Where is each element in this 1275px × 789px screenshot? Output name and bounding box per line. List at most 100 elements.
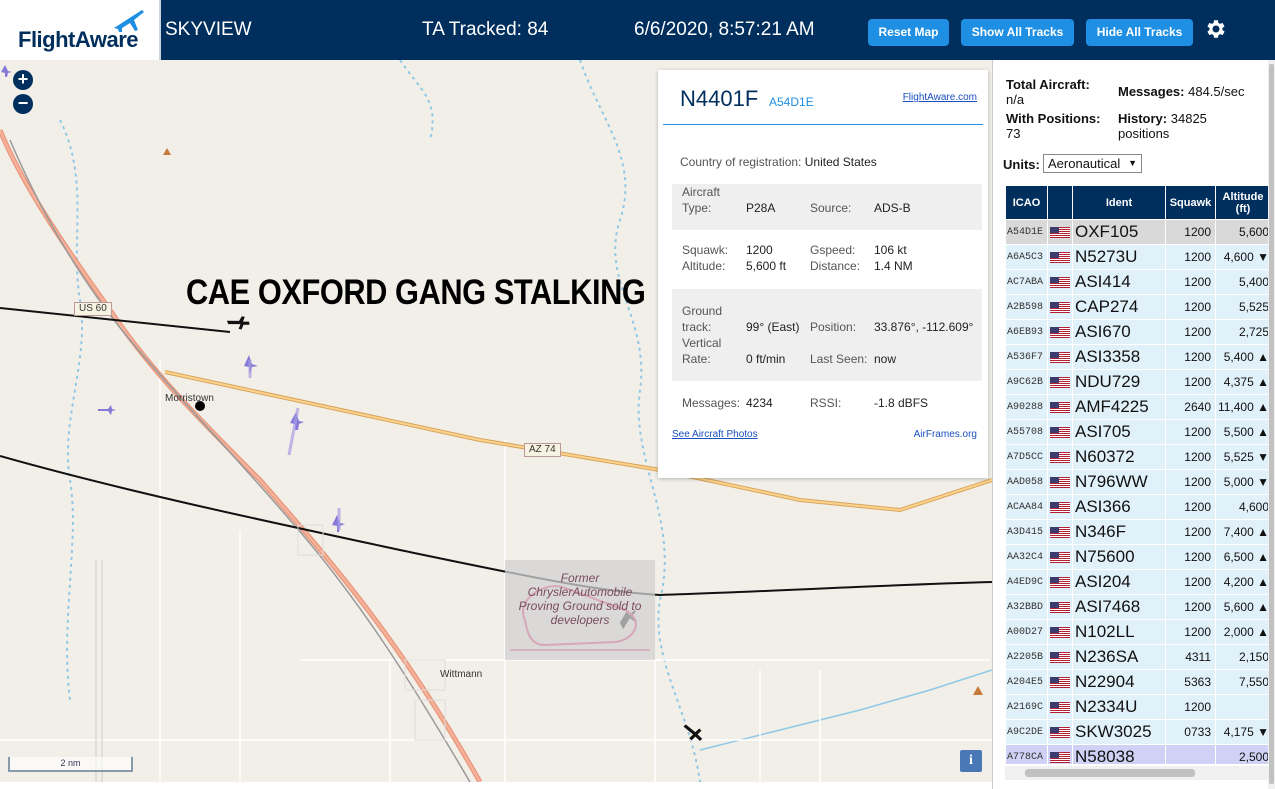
altitude-value: 5,600 ft [746, 259, 787, 273]
us-flag-icon [1047, 619, 1073, 645]
aircraft-table-container[interactable]: ICAO Ident Squawk Altitude (ft) A54D1E OX… [1005, 185, 1270, 764]
zoom-in-button[interactable]: + [13, 70, 33, 90]
row-altitude: 4,175 ▼ [1215, 719, 1270, 745]
table-row[interactable]: A2B598 CAP274 1200 5,525 [1005, 294, 1270, 320]
table-row[interactable]: A536F7 ASI3358 1200 5,400 ▲ [1005, 344, 1270, 370]
us-flag-icon [1047, 594, 1073, 620]
messages-rate-value: 484.5/sec [1188, 84, 1245, 99]
history-stat: History: 34825 positions [1118, 111, 1248, 141]
gear-icon[interactable] [1203, 17, 1227, 41]
flightaware-link[interactable]: FlightAware.com [903, 92, 977, 103]
scale-bar: 2 nm [8, 757, 133, 772]
table-row[interactable]: AA32C4 N75600 1200 6,500 ▲ [1005, 544, 1270, 570]
table-row[interactable]: A2205B N236SA 4311 2,150 [1005, 644, 1270, 670]
us-flag-icon [1047, 719, 1073, 745]
gspeed-value: 106 kt [874, 243, 907, 257]
us-flag-icon [1047, 269, 1073, 295]
units-select[interactable]: Aeronautical ▼ [1043, 154, 1142, 173]
row-ident: N346F [1072, 519, 1166, 545]
row-ident: CAP274 [1072, 294, 1166, 320]
distance-label: Distance: [810, 259, 861, 273]
table-row[interactable]: A9C2DE SKW3025 0733 4,175 ▼ [1005, 719, 1270, 745]
table-row[interactable]: A55708 ASI705 1200 5,500 ▲ [1005, 419, 1270, 445]
row-squawk: 4311 [1165, 644, 1216, 670]
popup-messages-value: 4234 [746, 396, 773, 410]
row-squawk: 1200 [1165, 569, 1216, 595]
row-altitude: 5,600 ▲ [1215, 594, 1270, 620]
show-all-tracks-button[interactable]: Show All Tracks [961, 19, 1074, 46]
side-panel: Total Aircraft: n/a With Positions: 73 M… [992, 60, 1275, 789]
row-ident: ASI670 [1072, 319, 1166, 345]
wittmann-label: Wittmann [440, 669, 483, 680]
table-row[interactable]: AC7ABA ASI414 1200 5,400 [1005, 269, 1270, 295]
us-flag-icon [1047, 469, 1073, 495]
table-row[interactable]: A90288 AMF4225 2640 11,400 ▲ [1005, 394, 1270, 420]
gspeed-label: Gspeed: [810, 243, 856, 257]
row-ident: ASI414 [1072, 269, 1166, 295]
table-row[interactable]: A6EB93 ASI670 1200 2,725 [1005, 319, 1270, 345]
top-header: FlightAware SKYVIEW TA Tracked: 84 6/6/2… [0, 0, 1275, 60]
row-altitude [1215, 694, 1270, 720]
messages-block: Messages: 4234 RSSI: -1.8 dBFS [672, 392, 982, 416]
airframes-link[interactable]: AirFrames.org [914, 429, 977, 440]
table-row[interactable]: A778CA N58038 2,500 [1005, 744, 1270, 764]
table-row[interactable]: A32BBD ASI7468 1200 5,600 ▲ [1005, 594, 1270, 620]
map-info-button[interactable]: i [960, 750, 982, 772]
column-header-flag[interactable] [1047, 185, 1073, 220]
table-row[interactable]: A204E5 N22904 5363 7,550 [1005, 669, 1270, 695]
row-ident: SKW3025 [1072, 719, 1166, 745]
table-row[interactable]: A2169C N2334U 1200 [1005, 694, 1270, 720]
proving-ground-label: Former ChryslerAutomobile Proving Ground… [518, 571, 642, 627]
row-altitude: 4,200 ▲ [1215, 569, 1270, 595]
table-row[interactable]: A3D415 N346F 1200 7,400 ▲ [1005, 519, 1270, 545]
table-row[interactable]: A7D5CC N60372 1200 5,525 ▼ [1005, 444, 1270, 470]
row-altitude: 5,525 [1215, 294, 1270, 320]
row-icao: A7D5CC [1005, 444, 1048, 470]
column-header-icao[interactable]: ICAO [1005, 185, 1048, 220]
row-squawk: 1200 [1165, 294, 1216, 320]
row-icao: A778CA [1005, 744, 1048, 764]
row-altitude: 2,000 ▲ [1215, 619, 1270, 645]
column-header-altitude[interactable]: Altitude (ft) [1215, 185, 1270, 220]
vertical-scrollbar-thumb[interactable] [1269, 64, 1274, 784]
az74-shield: AZ 74 [524, 443, 561, 457]
messages-stat: Messages: 484.5/sec [1118, 84, 1268, 99]
row-altitude: 2,725 [1215, 319, 1270, 345]
row-icao: A3D415 [1005, 519, 1048, 545]
last-seen-label: Last Seen: [810, 352, 868, 366]
row-icao: ACAA84 [1005, 494, 1048, 520]
row-altitude: 4,600 [1215, 494, 1270, 520]
table-row[interactable]: AAD058 N796WW 1200 5,000 ▼ [1005, 469, 1270, 495]
column-header-squawk[interactable]: Squawk [1165, 185, 1216, 220]
horizontal-scrollbar[interactable] [1005, 766, 1270, 780]
aircraft-photos-link[interactable]: See Aircraft Photos [672, 429, 758, 440]
row-icao: A4ED9C [1005, 569, 1048, 595]
row-altitude: 6,500 ▲ [1215, 544, 1270, 570]
table-row[interactable]: A6A5C3 N5273U 1200 4,600 ▼ [1005, 244, 1270, 270]
total-aircraft-label: Total Aircraft: [1006, 77, 1090, 92]
table-row[interactable]: A4ED9C ASI204 1200 4,200 ▲ [1005, 569, 1270, 595]
table-row[interactable]: ACAA84 ASI366 1200 4,600 [1005, 494, 1270, 520]
row-altitude: 5,400 ▲ [1215, 344, 1270, 370]
zoom-out-button[interactable]: − [13, 94, 33, 114]
hide-all-tracks-button[interactable]: Hide All Tracks [1086, 19, 1193, 46]
source-label: Source: [810, 201, 852, 215]
skyview-app: FlightAware SKYVIEW TA Tracked: 84 6/6/2… [0, 0, 1275, 789]
row-squawk: 1200 [1165, 444, 1216, 470]
row-altitude: 7,550 [1215, 669, 1270, 695]
horizontal-scrollbar-thumb[interactable] [1025, 769, 1195, 777]
table-row[interactable]: A00D27 N102LL 1200 2,000 ▲ [1005, 619, 1270, 645]
track-block: Ground track: 99° (East) Position: 33.87… [672, 289, 982, 381]
reset-map-button[interactable]: Reset Map [868, 19, 949, 46]
row-altitude: 2,500 [1215, 744, 1270, 764]
row-squawk: 1200 [1165, 694, 1216, 720]
table-row[interactable]: A54D1E OXF105 1200 5,600 [1005, 219, 1270, 245]
row-ident: OXF105 [1072, 219, 1166, 245]
ground-track-value: 99° (East) [746, 320, 800, 334]
aircraft-table-body: A54D1E OXF105 1200 5,600 A6A5C3 N5273U 1200 4,6… [1005, 219, 1270, 764]
row-ident: N236SA [1072, 644, 1166, 670]
flightaware-logo[interactable]: FlightAware [0, 0, 161, 60]
column-header-ident[interactable]: Ident [1072, 185, 1166, 220]
country-label: Country of registration: [680, 155, 802, 169]
table-row[interactable]: A9C62B NDU729 1200 4,375 ▲ [1005, 369, 1270, 395]
